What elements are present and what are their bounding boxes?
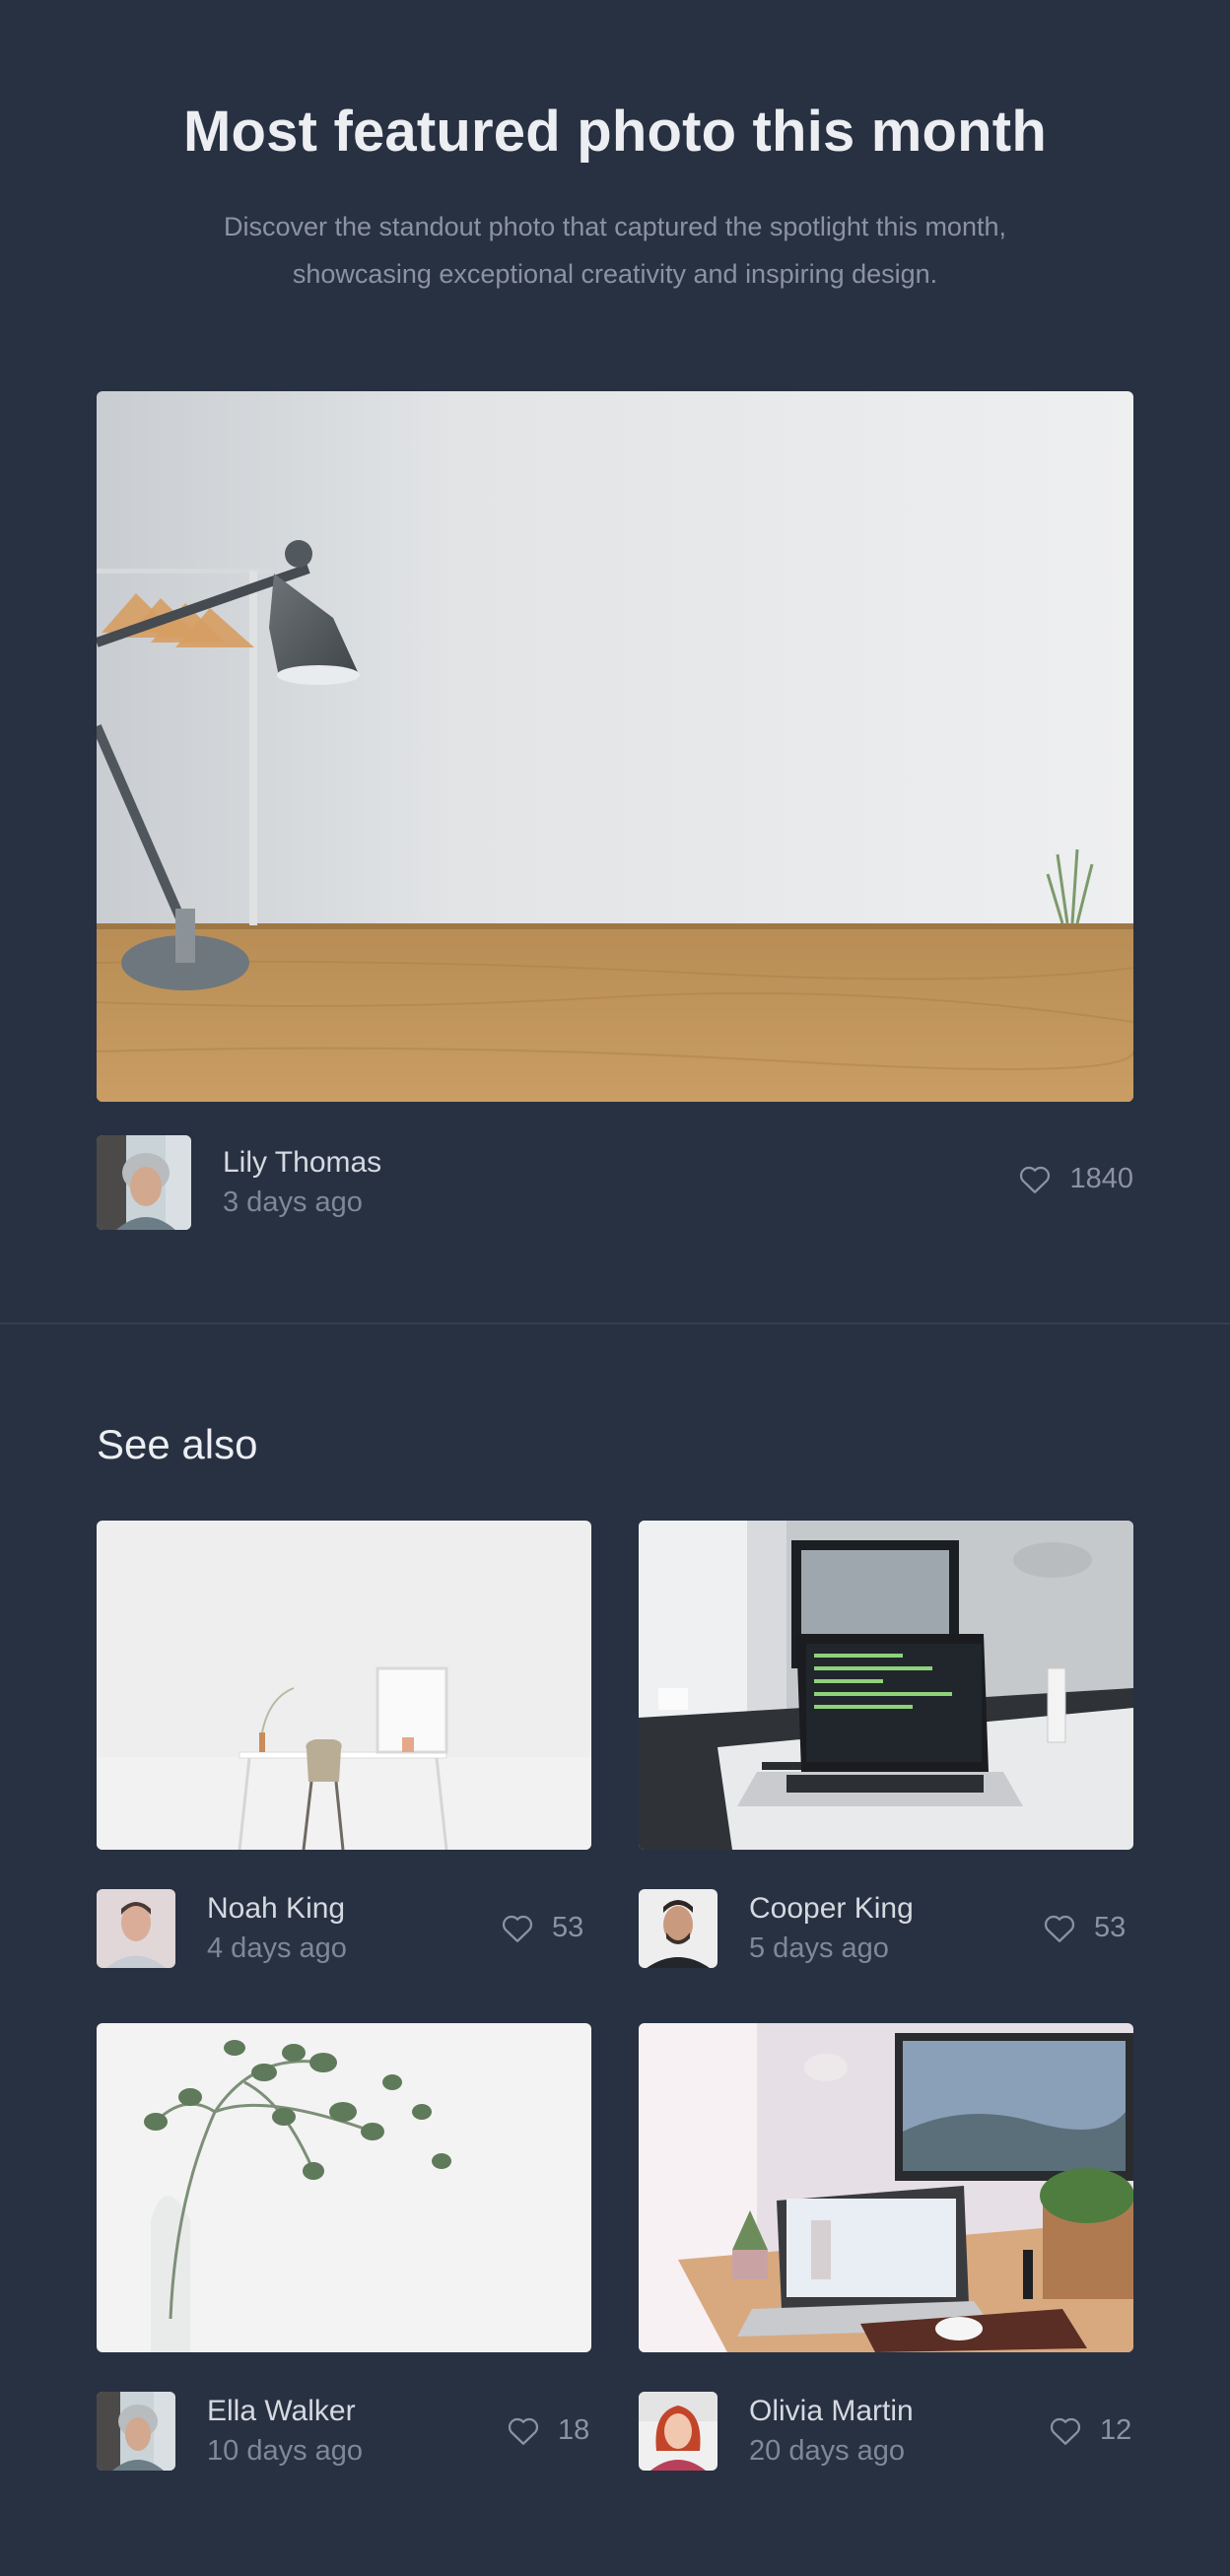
author-name[interactable]: Lily Thomas [223,1143,381,1183]
subtitle-line-2: showcasing exceptional creativity and in… [292,259,938,289]
avatar[interactable] [639,2392,718,2471]
heart-icon[interactable] [1018,1164,1052,1195]
subtitle-line-1: Discover the standout photo that capture… [224,212,1006,241]
page-subtitle: Discover the standout photo that capture… [122,203,1108,298]
card-photo-image [639,1521,1133,1850]
author-name[interactable]: Noah King [207,1889,347,1929]
featured-author[interactable]: Lily Thomas 3 days ago [97,1135,381,1230]
card-author-4[interactable]: Olivia Martin 20 days ago [639,2392,914,2471]
author-name[interactable]: Ella Walker [207,2392,363,2431]
card-photo-image [639,2023,1133,2352]
heart-icon[interactable] [501,1913,534,1944]
featured-photo[interactable] [97,391,1133,1102]
avatar[interactable] [97,2392,175,2471]
card-likes-2[interactable]: 53 [1043,1912,1126,1944]
card-author-1[interactable]: Noah King 4 days ago [97,1889,347,1968]
card-likes-3[interactable]: 18 [507,2414,589,2447]
card-likes-1[interactable]: 53 [501,1912,583,1944]
card-author-3[interactable]: Ella Walker 10 days ago [97,2392,363,2471]
like-count: 53 [1094,1912,1127,1943]
card-photo-4[interactable] [639,2023,1133,2352]
featured-photo-image [97,391,1133,1102]
avatar-image [97,1135,191,1230]
card-photo-image [97,1521,591,1850]
heart-icon[interactable] [1043,1913,1076,1944]
card-photo-1[interactable] [97,1521,591,1850]
like-count: 1840 [1069,1163,1133,1194]
card-photo-image [97,2023,591,2352]
like-count: 12 [1100,2414,1132,2446]
post-time: 5 days ago [749,1932,889,1964]
section-divider [0,1322,1230,1324]
page-title: Most featured photo this month [183,100,1047,164]
featured-likes[interactable]: 1840 [1018,1163,1133,1195]
avatar-image [639,1889,718,1968]
post-time: 3 days ago [223,1186,363,1218]
card-author-2[interactable]: Cooper King 5 days ago [639,1889,914,1968]
author-name[interactable]: Cooper King [749,1889,914,1929]
like-count: 18 [558,2414,590,2446]
page: Most featured photo this month Discover … [0,0,1230,2576]
avatar[interactable] [97,1135,191,1230]
like-count: 53 [552,1912,584,1943]
heart-icon[interactable] [507,2415,540,2447]
avatar-image [639,2392,718,2471]
section-heading: See also [97,1421,258,1467]
card-photo-2[interactable] [639,1521,1133,1850]
card-photo-3[interactable] [97,2023,591,2352]
post-time: 4 days ago [207,1932,347,1964]
avatar[interactable] [639,1889,718,1968]
post-time: 20 days ago [749,2435,906,2467]
heart-icon[interactable] [1049,2415,1082,2447]
author-name[interactable]: Olivia Martin [749,2392,914,2431]
avatar-image [97,2392,175,2471]
post-time: 10 days ago [207,2435,364,2467]
avatar[interactable] [97,1889,175,1968]
avatar-image [97,1889,175,1968]
card-likes-4[interactable]: 12 [1049,2414,1131,2447]
